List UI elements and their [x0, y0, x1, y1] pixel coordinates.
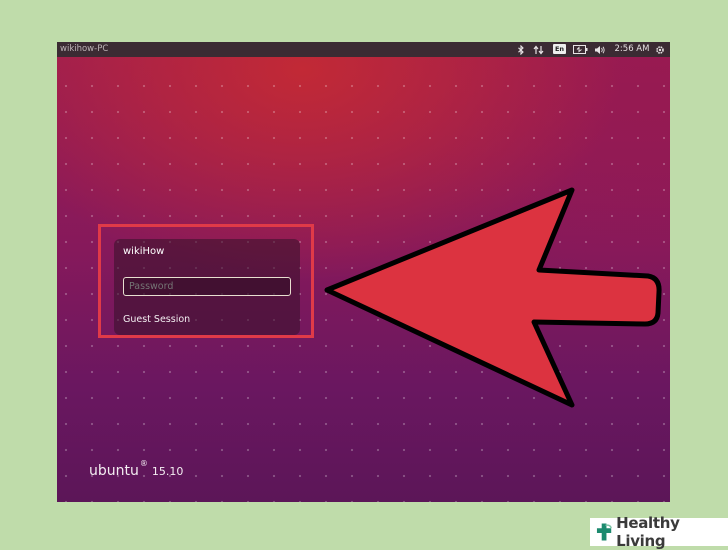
- registered-mark: ®: [139, 459, 148, 468]
- watermark-text: Healthy Living: [616, 514, 680, 550]
- os-name: ubuntu: [89, 463, 139, 479]
- top-panel: wikihow-PC En 2:56 AM: [57, 42, 670, 57]
- os-version: 15.10: [151, 465, 184, 478]
- bluetooth-icon[interactable]: [516, 42, 526, 57]
- network-icon[interactable]: [532, 42, 544, 57]
- volume-icon[interactable]: [594, 42, 606, 57]
- watermark: Healthy Living: [590, 514, 728, 550]
- hostname-label: wikihow-PC: [60, 44, 109, 54]
- login-screen: wikihow-PC En 2:56 AM wikiHow Guest Sess…: [57, 42, 670, 502]
- gear-icon[interactable]: [655, 42, 665, 57]
- health-cross-icon: [596, 523, 612, 541]
- highlight-frame: [98, 224, 314, 338]
- clock[interactable]: 2:56 AM: [614, 42, 650, 57]
- keyboard-layout-indicator[interactable]: En: [553, 44, 566, 54]
- ubuntu-logo: ubuntu®15.10: [89, 459, 184, 479]
- battery-icon[interactable]: [572, 42, 588, 57]
